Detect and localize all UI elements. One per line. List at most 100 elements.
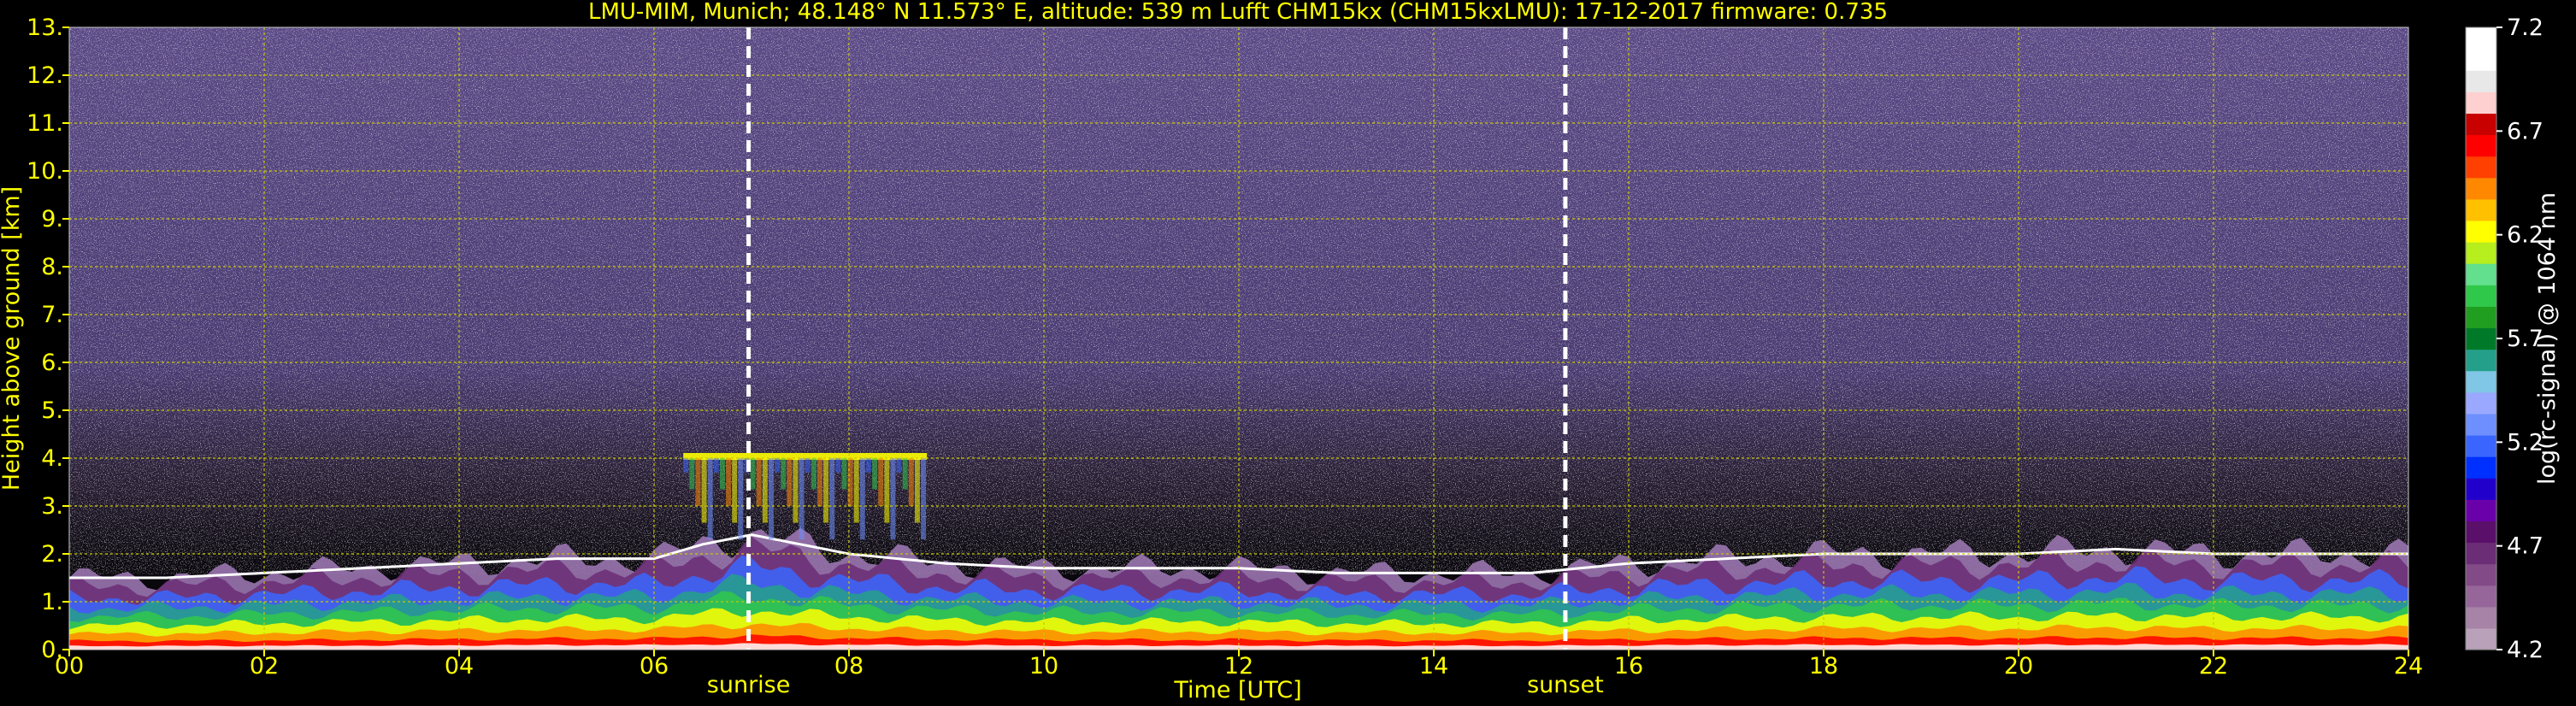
colorbar-swatch <box>2466 391 2496 415</box>
y-tick-label: 2. <box>41 541 63 568</box>
colorbar: 4.24.75.25.76.26.77.2 <box>2465 15 2544 663</box>
cloud-streak <box>762 458 768 523</box>
colorbar-tick-label: 4.7 <box>2507 533 2544 560</box>
colorbar-tick-label: 4.2 <box>2507 637 2544 663</box>
colorbar-swatch <box>2466 113 2496 136</box>
colorbar-label: log(rc-signal) @ 1064 nm <box>2534 192 2561 485</box>
y-axis-ticks: 0. 1. 2. 3. 4. 5. 6. 7. 8. 9. 10. 11. 12. 13. <box>27 15 69 663</box>
cloud-streak <box>865 458 871 473</box>
cloud-streak <box>890 458 896 540</box>
colorbar-swatch <box>2466 91 2496 115</box>
colorbar-swatch <box>2466 542 2496 565</box>
cloud-streak <box>695 458 701 506</box>
y-tick-label: 6. <box>41 350 63 376</box>
colorbar-swatch <box>2466 434 2496 457</box>
cloud-streak <box>914 458 920 523</box>
colorbar-swatch <box>2466 627 2496 650</box>
cloud-streak <box>726 458 732 506</box>
x-tick-label: 18 <box>1809 653 1838 680</box>
colorbar-swatch <box>2466 156 2496 179</box>
y-tick-label: 5. <box>41 397 63 424</box>
colorbar-swatch <box>2466 177 2496 200</box>
y-tick-label: 11. <box>27 110 63 137</box>
cloud-streak <box>823 458 829 523</box>
colorbar-swatch <box>2466 70 2496 92</box>
colorbar-swatch <box>2466 606 2496 629</box>
colorbar-swatch <box>2466 285 2496 307</box>
cloud-streak <box>713 458 719 473</box>
chart-title: LMU-MIM, Munich; 48.148° N 11.573° E, al… <box>588 0 1888 25</box>
cloud-streak <box>750 458 756 490</box>
x-tick-label: 20 <box>2004 653 2033 680</box>
colorbar-swatch <box>2466 49 2496 71</box>
x-tick-label: 24 <box>2394 653 2423 680</box>
y-tick-label: 0. <box>41 637 63 663</box>
cloud-streak <box>811 458 816 490</box>
colorbar-swatch <box>2466 263 2496 285</box>
y-tick-label: 9. <box>41 206 63 232</box>
cloud-streak <box>756 458 762 506</box>
cloud-streak <box>859 458 865 540</box>
x-tick-label: 06 <box>640 653 669 680</box>
colorbar-swatch <box>2466 134 2496 157</box>
cloud-streak <box>701 458 707 523</box>
x-tick-label: 10 <box>1029 653 1058 680</box>
cloud-streak <box>908 458 914 506</box>
colorbar-swatch <box>2466 499 2496 521</box>
cloud-streak <box>768 458 774 540</box>
cloud-streak <box>872 458 878 490</box>
y-tick-label: 13. <box>27 15 63 41</box>
cloud-streak <box>853 458 859 523</box>
colorbar-swatch <box>2466 456 2496 479</box>
y-tick-label: 10. <box>27 158 63 185</box>
x-tick-label: 16 <box>1614 653 1643 680</box>
y-axis-label: Height above ground [km] <box>0 186 25 491</box>
plot-area <box>69 27 2408 650</box>
cloud-streak <box>719 458 725 490</box>
colorbar-swatch <box>2466 327 2496 350</box>
x-axis-label: Time [UTC] <box>1173 677 1301 703</box>
y-tick-label: 7. <box>41 302 63 328</box>
colorbar-swatch <box>2466 563 2496 586</box>
x-tick-label: 04 <box>445 653 474 680</box>
x-tick-label: 12 <box>1224 653 1253 680</box>
y-tick-label: 3. <box>41 493 63 520</box>
cloud-streak <box>799 458 805 540</box>
cloud-streak <box>775 458 781 473</box>
y-tick-label: 4. <box>41 445 63 472</box>
cloud-streak <box>921 458 927 540</box>
ceilometer-chart: 00 02 04 06 08 10 12 14 16 18 20 22 24 0.1.2.3.4.5.6… <box>0 0 2561 703</box>
cloud-streak <box>787 458 793 506</box>
colorbar-swatch <box>2466 478 2496 500</box>
sun-marker-label-sunrise: sunrise <box>707 672 791 698</box>
cloud-streak <box>689 458 695 490</box>
cloud-streak <box>835 458 841 473</box>
y-tick-label: 8. <box>41 254 63 280</box>
x-tick-label: 08 <box>834 653 864 680</box>
colorbar-swatch <box>2466 220 2496 243</box>
sun-marker-label-sunset: sunset <box>1527 672 1604 698</box>
colorbar-swatch <box>2466 585 2496 608</box>
cloud-streak <box>781 458 787 490</box>
cloud-streak <box>805 458 811 473</box>
cloud-streak <box>878 458 884 506</box>
colorbar-swatch <box>2466 27 2496 50</box>
cloud-streak <box>841 458 847 490</box>
cloud-streak <box>829 458 835 540</box>
cloud-streak <box>738 458 744 540</box>
x-tick-label: 02 <box>250 653 279 680</box>
x-tick-label: 22 <box>2199 653 2228 680</box>
cloud-streak <box>884 458 890 523</box>
cloud-streak <box>896 458 902 473</box>
colorbar-swatch <box>2466 370 2496 393</box>
x-tick-label: 14 <box>1419 653 1448 680</box>
cloud-streak <box>683 458 689 473</box>
cloud-streak <box>707 458 713 540</box>
colorbar-tick-label: 7.2 <box>2507 15 2544 41</box>
colorbar-tick-label: 6.7 <box>2507 118 2544 144</box>
cloud-streak <box>816 458 822 506</box>
y-tick-label: 12. <box>27 62 63 89</box>
colorbar-swatch <box>2466 521 2496 544</box>
colorbar-swatch <box>2466 413 2496 436</box>
colorbar-swatch <box>2466 349 2496 372</box>
